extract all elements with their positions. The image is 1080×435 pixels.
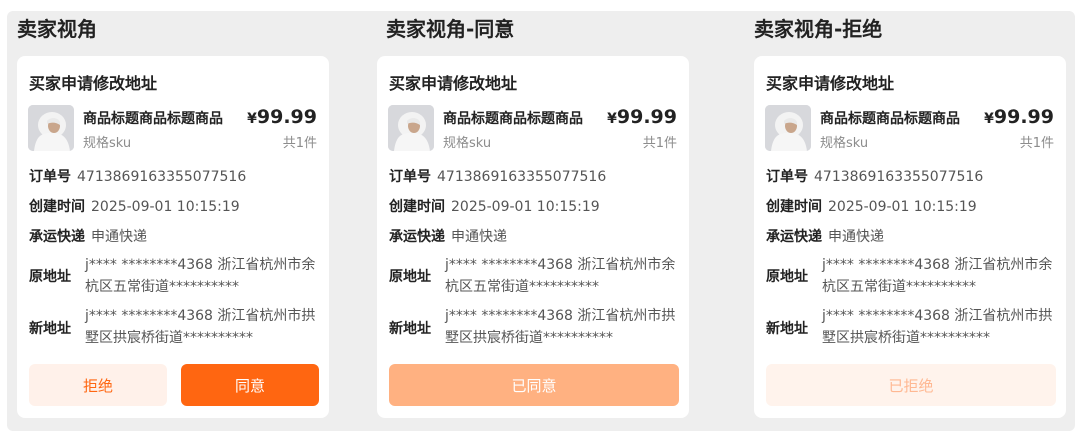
order-number-value: 4713869163355077516 <box>77 169 247 185</box>
new-address-label: 新地址 <box>766 321 808 337</box>
order-number-label: 订单号 <box>766 169 808 185</box>
new-address-value: j**** ********4368 浙江省杭州市拱墅区拱宸桥街道*******… <box>85 308 316 346</box>
carrier-value: 申通快递 <box>828 229 884 245</box>
carrier-value: 申通快递 <box>451 229 507 245</box>
product-quantity: 共1件 <box>282 136 317 151</box>
price-value: 99.99 <box>256 106 317 128</box>
address-change-card: 买家申请修改地址 商品标题商品标题商品 规格sku ¥99.99 共1件 订单号… <box>17 56 329 418</box>
product-sku: 规格sku <box>820 136 869 151</box>
new-address-value: j**** ********4368 浙江省杭州市拱墅区拱宸桥街道*******… <box>445 308 676 346</box>
product-thumbnail[interactable] <box>388 105 434 151</box>
card-title: 买家申请修改地址 <box>389 74 518 93</box>
created-time-label: 创建时间 <box>766 199 822 215</box>
agree-button[interactable]: 同意 <box>181 364 319 406</box>
order-number-value: 4713869163355077516 <box>814 169 984 185</box>
product-price: ¥99.99 <box>984 106 1054 128</box>
created-time-row: 创建时间 2025-09-01 10:15:19 <box>389 196 600 216</box>
created-time-value: 2025-09-01 10:15:19 <box>828 199 977 215</box>
reject-button[interactable]: 拒绝 <box>29 364 167 406</box>
product-sku: 规格sku <box>83 136 132 151</box>
product-thumbnail[interactable] <box>28 105 74 151</box>
carrier-label: 承运快递 <box>29 229 85 245</box>
card-title: 买家申请修改地址 <box>766 74 895 93</box>
original-address-label: 原地址 <box>29 269 71 285</box>
agreed-status-button: 已同意 <box>389 364 679 406</box>
original-address-value: j**** ********4368 浙江省杭州市余杭区五常街道********… <box>85 257 316 295</box>
product-thumbnail[interactable] <box>765 105 811 151</box>
product-quantity: 共1件 <box>1019 136 1054 151</box>
carrier-label: 承运快递 <box>766 229 822 245</box>
product-sku: 规格sku <box>443 136 492 151</box>
price-currency: ¥ <box>607 111 617 127</box>
original-address-label: 原地址 <box>389 269 431 285</box>
created-time-label: 创建时间 <box>389 199 445 215</box>
created-time-row: 创建时间 2025-09-01 10:15:19 <box>766 196 977 216</box>
original-address-value: j**** ********4368 浙江省杭州市余杭区五常街道********… <box>445 257 676 295</box>
price-currency: ¥ <box>984 111 994 127</box>
order-number-value: 4713869163355077516 <box>437 169 607 185</box>
order-number-row: 订单号 4713869163355077516 <box>29 166 246 186</box>
carrier-row: 承运快递 申通快递 <box>766 226 884 246</box>
created-time-row: 创建时间 2025-09-01 10:15:19 <box>29 196 240 216</box>
product-title: 商品标题商品标题商品 <box>443 111 583 127</box>
card-title: 买家申请修改地址 <box>29 74 158 93</box>
product-price: ¥99.99 <box>607 106 677 128</box>
order-number-label: 订单号 <box>29 169 71 185</box>
original-address-label: 原地址 <box>766 269 808 285</box>
product-title: 商品标题商品标题商品 <box>820 111 960 127</box>
created-time-value: 2025-09-01 10:15:19 <box>451 199 600 215</box>
price-value: 99.99 <box>993 106 1054 128</box>
section-title-seller-view: 卖家视角 <box>17 17 97 41</box>
rejected-status-button: 已拒绝 <box>766 364 1056 406</box>
carrier-label: 承运快递 <box>389 229 445 245</box>
order-number-row: 订单号 4713869163355077516 <box>389 166 606 186</box>
carrier-value: 申通快递 <box>91 229 147 245</box>
section-title-seller-view-agreed: 卖家视角-同意 <box>386 17 515 41</box>
carrier-row: 承运快递 申通快递 <box>29 226 147 246</box>
created-time-label: 创建时间 <box>29 199 85 215</box>
created-time-value: 2025-09-01 10:15:19 <box>91 199 240 215</box>
order-number-row: 订单号 4713869163355077516 <box>766 166 983 186</box>
carrier-row: 承运快递 申通快递 <box>389 226 507 246</box>
order-number-label: 订单号 <box>389 169 431 185</box>
product-title: 商品标题商品标题商品 <box>83 111 223 127</box>
product-price: ¥99.99 <box>247 106 317 128</box>
address-change-card: 买家申请修改地址 商品标题商品标题商品 规格sku ¥99.99 共1件 订单号… <box>377 56 689 418</box>
address-change-card: 买家申请修改地址 商品标题商品标题商品 规格sku ¥99.99 共1件 订单号… <box>754 56 1066 418</box>
section-title-seller-view-rejected: 卖家视角-拒绝 <box>754 17 883 41</box>
price-value: 99.99 <box>616 106 677 128</box>
new-address-value: j**** ********4368 浙江省杭州市拱墅区拱宸桥街道*******… <box>822 308 1053 346</box>
price-currency: ¥ <box>247 111 257 127</box>
new-address-label: 新地址 <box>29 321 71 337</box>
new-address-label: 新地址 <box>389 321 431 337</box>
original-address-value: j**** ********4368 浙江省杭州市余杭区五常街道********… <box>822 257 1053 295</box>
product-quantity: 共1件 <box>642 136 677 151</box>
